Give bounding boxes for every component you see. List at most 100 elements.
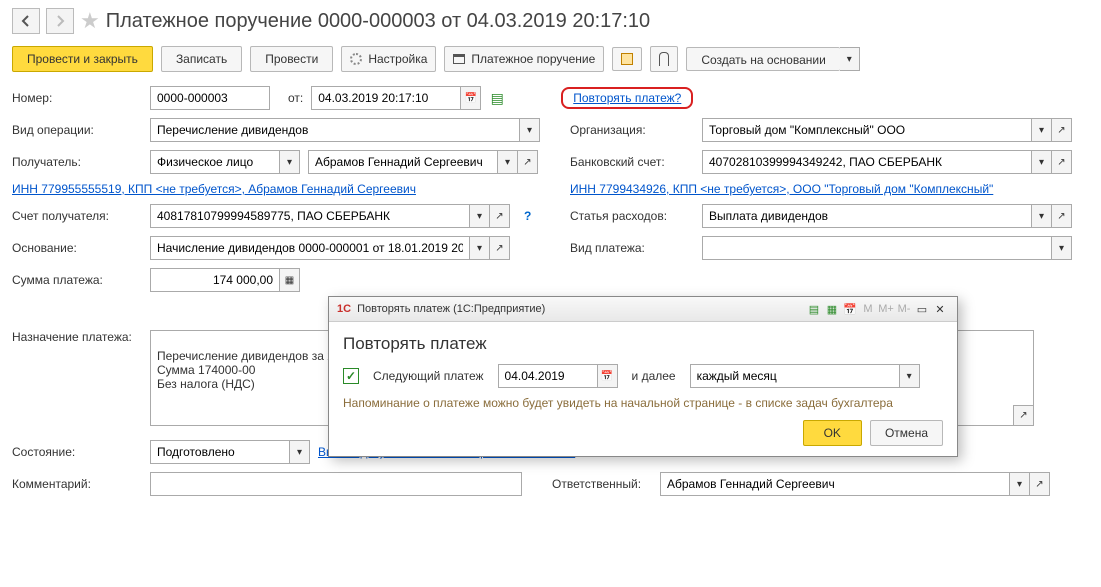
expense-item-dropdown[interactable]: ▾ bbox=[1032, 204, 1052, 228]
dialog-m-icon[interactable]: M bbox=[859, 301, 877, 317]
purpose-label: Назначение платежа: bbox=[12, 330, 142, 344]
expense-item-label: Статья расходов: bbox=[570, 209, 694, 223]
organization-input[interactable] bbox=[702, 118, 1032, 142]
period-input[interactable] bbox=[690, 364, 900, 388]
structure-icon bbox=[621, 53, 633, 65]
basis-input[interactable] bbox=[150, 236, 470, 260]
bank-account-open[interactable]: ↗ bbox=[1052, 150, 1072, 174]
organization-dropdown[interactable]: ▾ bbox=[1032, 118, 1052, 142]
responsible-open[interactable]: ↗ bbox=[1030, 472, 1050, 496]
settings-button[interactable]: Настройка bbox=[341, 46, 436, 72]
repeat-payment-dialog: 1C Повторять платеж (1С:Предприятие) ▤ ▦… bbox=[328, 296, 958, 457]
amount-label: Сумма платежа: bbox=[12, 273, 142, 287]
date-picker-button[interactable]: 📅 bbox=[461, 86, 481, 110]
dialog-cancel-button[interactable]: Отмена bbox=[870, 420, 943, 446]
responsible-dropdown[interactable]: ▾ bbox=[1010, 472, 1030, 496]
dialog-ok-button[interactable]: OK bbox=[803, 420, 862, 446]
recipient-name-open[interactable]: ↗ bbox=[518, 150, 538, 174]
print-label: Платежное поручение bbox=[471, 52, 595, 66]
repeat-payment-link[interactable]: Повторять платеж? bbox=[573, 91, 681, 105]
operation-type-dropdown[interactable]: ▾ bbox=[520, 118, 540, 142]
recipient-account-input[interactable] bbox=[150, 204, 470, 228]
state-dropdown[interactable]: ▾ bbox=[290, 440, 310, 464]
comment-label: Комментарий: bbox=[12, 477, 142, 491]
responsible-label: Ответственный: bbox=[552, 477, 652, 491]
save-button[interactable]: Записать bbox=[161, 46, 242, 72]
state-label: Состояние: bbox=[12, 445, 142, 459]
operation-type-label: Вид операции: bbox=[12, 123, 142, 137]
app-logo-icon: 1C bbox=[337, 303, 351, 315]
recipient-inn-link[interactable]: ИНН 779955555519, КПП <не требуется>, Аб… bbox=[12, 182, 416, 196]
purpose-text: Перечисление дивидендов за 20 Сумма 1740… bbox=[157, 349, 341, 391]
next-payment-label: Следующий платеж bbox=[373, 369, 484, 383]
next-payment-date-picker[interactable]: 📅 bbox=[598, 364, 618, 388]
next-payment-checkbox[interactable]: ✓ bbox=[343, 368, 359, 384]
dialog-close-icon[interactable]: ✕ bbox=[931, 301, 949, 317]
organization-label: Организация: bbox=[570, 123, 694, 137]
dialog-calendar-icon[interactable]: 📅 bbox=[841, 301, 859, 317]
create-on-basis-button[interactable]: Создать на основании bbox=[686, 47, 840, 71]
post-and-close-button[interactable]: Провести и закрыть bbox=[12, 46, 153, 72]
basis-dropdown[interactable]: ▾ bbox=[470, 236, 490, 260]
recipient-type-dropdown[interactable]: ▾ bbox=[280, 150, 300, 174]
amount-input[interactable] bbox=[150, 268, 280, 292]
comment-input[interactable] bbox=[150, 472, 522, 496]
dialog-mminus-icon[interactable]: M- bbox=[895, 301, 913, 317]
bank-account-dropdown[interactable]: ▾ bbox=[1032, 150, 1052, 174]
repeat-payment-highlight: Повторять платеж? bbox=[561, 87, 693, 109]
expense-item-input[interactable] bbox=[702, 204, 1032, 228]
dialog-grid-icon[interactable]: ▦ bbox=[823, 301, 841, 317]
post-button[interactable]: Провести bbox=[250, 46, 333, 72]
number-label: Номер: bbox=[12, 91, 142, 105]
and-then-label: и далее bbox=[632, 369, 676, 383]
recipient-account-help-icon[interactable]: ? bbox=[524, 209, 531, 223]
dialog-window-title: Повторять платеж (1С:Предприятие) bbox=[357, 303, 545, 315]
clip-icon bbox=[659, 52, 669, 66]
responsible-input[interactable] bbox=[660, 472, 1010, 496]
from-label: от: bbox=[288, 91, 303, 105]
document-status-icon[interactable]: ▤ bbox=[489, 90, 505, 106]
payment-type-input[interactable] bbox=[702, 236, 1052, 260]
date-input[interactable] bbox=[311, 86, 461, 110]
recipient-name-input[interactable] bbox=[308, 150, 498, 174]
recipient-name-dropdown[interactable]: ▾ bbox=[498, 150, 518, 174]
create-on-basis-dropdown[interactable]: ▾ bbox=[840, 47, 860, 71]
dialog-hint: Напоминание о платеже можно будет увидет… bbox=[343, 396, 943, 410]
amount-calc-button[interactable]: ▦ bbox=[280, 268, 300, 292]
dialog-mplus-icon[interactable]: M+ bbox=[877, 301, 895, 317]
dialog-minimize-icon[interactable]: ▭ bbox=[913, 301, 931, 317]
next-payment-date-input[interactable] bbox=[498, 364, 598, 388]
recipient-type-input[interactable] bbox=[150, 150, 280, 174]
printer-icon bbox=[453, 54, 465, 64]
dialog-print-icon[interactable]: ▤ bbox=[805, 301, 823, 317]
recipient-account-label: Счет получателя: bbox=[12, 209, 142, 223]
attachments-button[interactable] bbox=[650, 46, 678, 72]
organization-inn-link[interactable]: ИНН 7799434926, КПП <не требуется>, ООО … bbox=[570, 182, 993, 196]
bank-account-label: Банковский счет: bbox=[570, 155, 694, 169]
bank-account-input[interactable] bbox=[702, 150, 1032, 174]
state-input[interactable] bbox=[150, 440, 290, 464]
gear-icon bbox=[350, 53, 362, 65]
basis-open[interactable]: ↗ bbox=[490, 236, 510, 260]
favorite-star-icon[interactable]: ★ bbox=[80, 8, 100, 34]
purpose-expand-button[interactable]: ↗ bbox=[1013, 405, 1033, 425]
dialog-heading: Повторять платеж bbox=[343, 334, 943, 354]
basis-label: Основание: bbox=[12, 241, 142, 255]
payment-type-dropdown[interactable]: ▾ bbox=[1052, 236, 1072, 260]
period-dropdown[interactable]: ▾ bbox=[900, 364, 920, 388]
dialog-titlebar[interactable]: 1C Повторять платеж (1С:Предприятие) ▤ ▦… bbox=[329, 297, 957, 322]
expense-item-open[interactable]: ↗ bbox=[1052, 204, 1072, 228]
main-toolbar: Провести и закрыть Записать Провести Нас… bbox=[12, 46, 1089, 72]
number-input[interactable] bbox=[150, 86, 270, 110]
structure-button[interactable] bbox=[612, 47, 642, 71]
nav-forward-button[interactable] bbox=[46, 8, 74, 34]
payment-type-label: Вид платежа: bbox=[570, 241, 694, 255]
recipient-account-dropdown[interactable]: ▾ bbox=[470, 204, 490, 228]
recipient-label: Получатель: bbox=[12, 155, 142, 169]
recipient-account-open[interactable]: ↗ bbox=[490, 204, 510, 228]
page-title: Платежное поручение 0000-000003 от 04.03… bbox=[106, 10, 650, 33]
print-button[interactable]: Платежное поручение bbox=[444, 46, 604, 72]
organization-open[interactable]: ↗ bbox=[1052, 118, 1072, 142]
nav-back-button[interactable] bbox=[12, 8, 40, 34]
operation-type-input[interactable] bbox=[150, 118, 520, 142]
